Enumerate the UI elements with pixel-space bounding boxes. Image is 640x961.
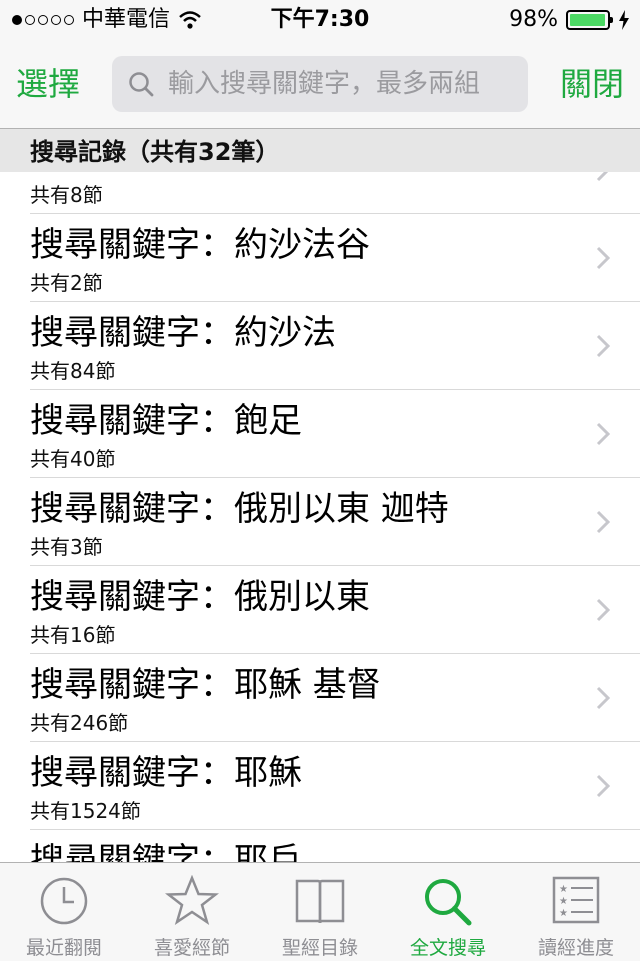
star-icon (165, 875, 219, 925)
tab-search-label: 全文搜尋 (409, 937, 486, 959)
navigation-bar: 選擇 關閉 (0, 40, 640, 129)
search-history-list[interactable]: 搜尋關鍵字：以色列共有8節搜尋關鍵字：約沙法谷共有2節搜尋關鍵字：約沙法共有84… (0, 172, 640, 862)
list-item[interactable]: 搜尋關鍵字：俄別以東共有16節 (30, 566, 640, 654)
verse-count: 共有2節 (30, 271, 103, 295)
status-bar: 中華電信 下午7:30 98% (0, 0, 640, 40)
search-keyword-title: 搜尋關鍵字：以色列 (30, 172, 336, 178)
list-item[interactable]: 搜尋關鍵字：約沙法谷共有2節 (30, 214, 640, 302)
chevron-right-icon (596, 686, 610, 710)
list-item[interactable]: 搜尋關鍵字：飽足共有40節 (30, 390, 640, 478)
svg-text:★: ★ (559, 908, 568, 919)
close-button[interactable]: 關閉 (560, 40, 624, 128)
chevron-right-icon (596, 510, 610, 534)
list-item[interactable]: 搜尋關鍵字：以色列共有8節 (30, 172, 640, 214)
verse-count: 共有246節 (30, 711, 129, 735)
search-keyword-title: 搜尋關鍵字：約沙法谷 (30, 225, 370, 265)
section-header: 搜尋記錄（共有32筆） (0, 129, 640, 172)
chevron-right-icon (596, 334, 610, 358)
search-bar[interactable] (112, 56, 528, 112)
search-icon (425, 879, 472, 926)
tab-favorites[interactable]: 喜愛經節 (128, 863, 256, 961)
list-item[interactable]: 搜尋關鍵字：耶穌 基督共有246節 (30, 654, 640, 742)
search-keyword-title: 搜尋關鍵字：俄別以東 迦特 (30, 489, 449, 529)
reading-plan-icon: ★ ★ ★ (552, 876, 600, 924)
search-history-list-inner: 搜尋關鍵字：以色列共有8節搜尋關鍵字：約沙法谷共有2節搜尋關鍵字：約沙法共有84… (0, 172, 640, 862)
chevron-right-icon (596, 422, 610, 446)
charging-bolt-icon (619, 10, 629, 30)
search-input[interactable] (166, 68, 510, 100)
tab-contents[interactable]: 聖經目錄 (256, 863, 384, 961)
tab-recent-label: 最近翻閱 (25, 937, 102, 959)
chevron-right-icon (596, 774, 610, 798)
battery-icon (566, 10, 613, 30)
battery-level (570, 14, 606, 26)
tab-contents-label: 聖經目錄 (281, 937, 358, 959)
verse-count: 共有3節 (30, 535, 103, 559)
svg-text:★: ★ (559, 884, 568, 895)
tab-reading-plan[interactable]: ★ ★ ★ 讀經進度 (512, 863, 640, 961)
search-keyword-title: 搜尋關鍵字：俄別以東 (30, 577, 370, 617)
search-keyword-title: 搜尋關鍵字：飽足 (30, 401, 302, 441)
book-icon (295, 879, 345, 924)
verse-count: 共有40節 (30, 447, 116, 471)
status-right: 98% (509, 0, 630, 40)
tab-search[interactable]: 全文搜尋 (384, 863, 512, 961)
svg-text:★: ★ (559, 896, 568, 907)
list-item[interactable]: 搜尋關鍵字：約沙法共有84節 (30, 302, 640, 390)
list-item[interactable]: 搜尋關鍵字：耶穌共有1524節 (30, 742, 640, 830)
chevron-right-icon (596, 598, 610, 622)
chevron-right-icon (596, 246, 610, 270)
list-item[interactable]: 搜尋關鍵字：耶戶 (30, 830, 640, 862)
clock-icon (40, 877, 88, 925)
tab-recent[interactable]: 最近翻閱 (0, 863, 128, 961)
search-keyword-title: 搜尋關鍵字：約沙法 (30, 313, 336, 353)
tab-favorites-label: 喜愛經節 (153, 937, 230, 959)
search-keyword-title: 搜尋關鍵字：耶穌 基督 (30, 665, 381, 705)
tab-bar: 最近翻閱 喜愛經節 聖經目錄 全文搜尋 ★ ★ ★ 讀經進度 (0, 862, 640, 961)
search-keyword-title: 搜尋關鍵字：耶穌 (30, 753, 302, 793)
verse-count: 共有1524節 (30, 799, 141, 823)
verse-count: 共有8節 (30, 183, 103, 207)
list-item[interactable]: 搜尋關鍵字：俄別以東 迦特共有3節 (30, 478, 640, 566)
verse-count: 共有16節 (30, 623, 116, 647)
battery-percent: 98% (509, 7, 558, 32)
search-keyword-title: 搜尋關鍵字：耶戶 (30, 841, 302, 862)
search-icon (129, 72, 154, 97)
chevron-right-icon (596, 172, 609, 182)
tab-reading-plan-label: 讀經進度 (537, 937, 614, 959)
select-button[interactable]: 選擇 (16, 40, 80, 128)
verse-count: 共有84節 (30, 359, 116, 383)
